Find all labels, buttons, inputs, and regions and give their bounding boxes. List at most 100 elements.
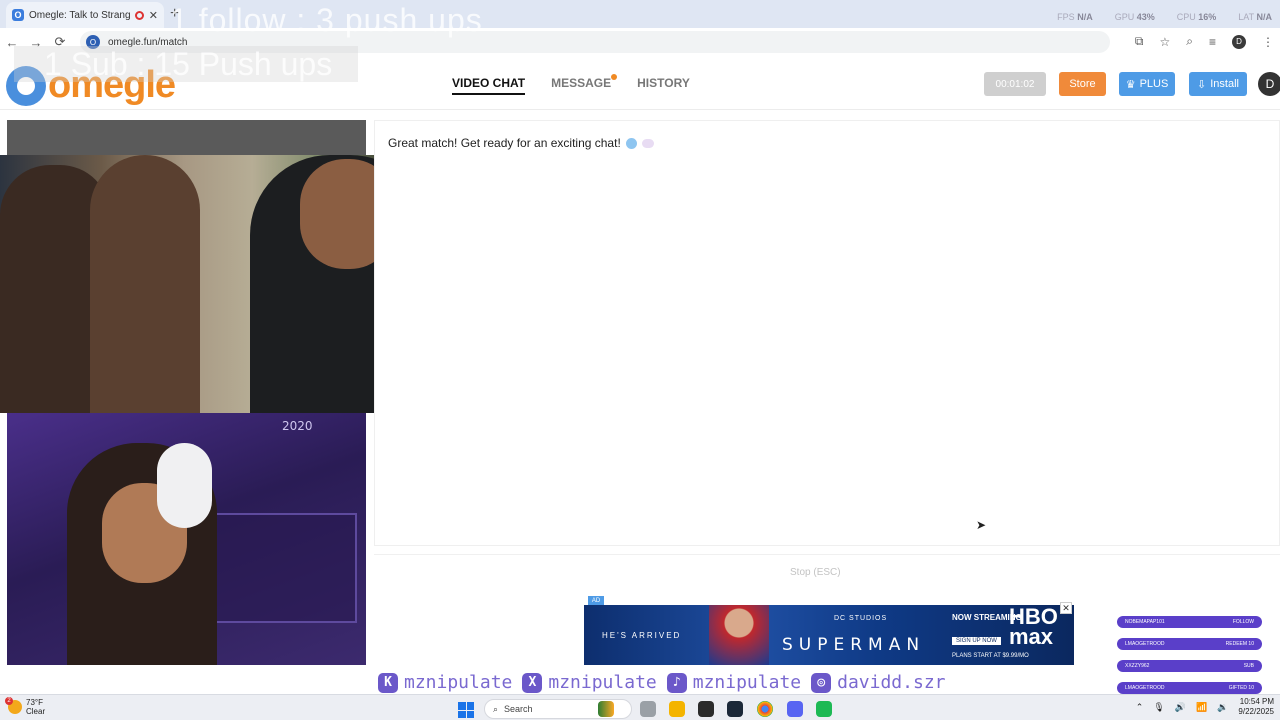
lens-icon[interactable]: ⌕: [1186, 34, 1193, 49]
windows-start-icon[interactable]: [458, 702, 474, 718]
follow-alert-action: SUB: [1243, 663, 1254, 669]
crown-icon: ♛: [1125, 78, 1136, 91]
volume-icon[interactable]: 🔉: [1217, 702, 1228, 713]
ad-studio: DC STUDIOS: [834, 615, 888, 622]
stat-cpu: CPU 16%: [1176, 12, 1217, 22]
install-button[interactable]: ⇩ Install: [1189, 72, 1247, 96]
user-avatar[interactable]: D: [1258, 72, 1280, 96]
epic-games-icon[interactable]: [698, 701, 714, 717]
ad-hero-image: [709, 605, 769, 665]
x-icon: X: [522, 672, 543, 693]
follow-alert-bar: NOBEMAPAP101 FOLLOW: [1117, 616, 1262, 628]
ad-banner[interactable]: HE'S ARRIVED DC STUDIOS SUPERMAN NOW STR…: [584, 605, 1074, 665]
stop-button[interactable]: Stop (ESC): [790, 567, 841, 578]
weather-text: 73°F Clear: [26, 698, 45, 716]
plus-label: PLUS: [1139, 78, 1169, 90]
tray-chevron-icon[interactable]: ⌃: [1136, 702, 1144, 713]
browser-tab[interactable]: O Omegle: Talk to Strangers ✕: [6, 2, 164, 28]
kick-handle: mznipulate: [404, 672, 513, 693]
omegle-favicon-icon: O: [12, 9, 24, 21]
clock-date: 9/22/2025: [1238, 707, 1274, 716]
plus-button[interactable]: ♛ PLUS: [1119, 72, 1175, 96]
stop-hint: (ESC): [813, 567, 841, 578]
nav-message-label: MESSAGE: [551, 76, 612, 90]
weather-temp: 73°F: [26, 698, 43, 707]
store-button[interactable]: Store: [1059, 72, 1106, 96]
background-shelf: [207, 513, 357, 623]
ad-close-icon[interactable]: ✕: [1060, 602, 1072, 614]
tab-title: Omegle: Talk to Strangers: [29, 9, 130, 21]
recording-icon: [134, 10, 144, 20]
tiktok-icon: ♪: [666, 672, 687, 693]
follow-alert-action: FOLLOW: [1232, 619, 1254, 625]
instagram-handle: davidd.szr: [837, 672, 946, 693]
social-handles: Kmznipulate Xmznipulate ♪ mznipulate ◎ dav…: [378, 672, 950, 693]
stat-gpu: GPU 43%: [1114, 12, 1155, 22]
ad-label: AD: [588, 596, 604, 605]
stop-label: Stop: [790, 567, 811, 578]
weather-widget[interactable]: 2 73°F Clear: [5, 697, 45, 716]
chrome-icon[interactable]: [757, 701, 773, 717]
tiktok-handle: mznipulate: [692, 672, 802, 693]
kick-icon: K: [378, 672, 398, 693]
cast-icon[interactable]: ⧉: [1135, 34, 1144, 49]
system-tray: ⌃ 🎙 🔊 📶 🔉 10:54 PM 9/22/2025: [1136, 697, 1274, 717]
main-nav: VIDEO CHAT MESSAGE HISTORY: [452, 74, 690, 95]
headset: [157, 443, 212, 528]
speech-bubble-emoji-icon: [641, 138, 654, 148]
clock-time: 10:54 PM: [1239, 697, 1274, 706]
follow-alert-name: NOBEMAPAP101: [1125, 619, 1165, 625]
x-handle: mznipulate: [548, 672, 657, 693]
ad-plans: PLANS START AT $9.99/MO: [952, 653, 1029, 659]
install-icon: ⇩: [1197, 78, 1207, 91]
chat-timer: 00:01:02: [984, 72, 1046, 96]
file-explorer-icon[interactable]: [669, 701, 685, 717]
widgets-icon[interactable]: [598, 701, 614, 717]
ad-tagline: HE'S ARRIVED: [602, 631, 682, 640]
steam-icon[interactable]: [727, 701, 743, 717]
sun-icon: 2: [5, 697, 22, 714]
mouse-cursor-icon: ➤: [976, 518, 987, 532]
tab-close-icon[interactable]: ✕: [149, 9, 158, 22]
search-icon: ⌕: [493, 703, 499, 714]
follow-alert-bar: LMAOGETROOD REDEEM 10: [1117, 638, 1262, 650]
nav-message[interactable]: MESSAGE: [551, 74, 618, 95]
follow-alert-name: XXZZY962: [1125, 663, 1150, 669]
nav-history[interactable]: HISTORY: [637, 76, 690, 95]
install-label: Install: [1210, 78, 1239, 90]
notification-dot: [611, 74, 618, 80]
stat-fps: FPS N/A: [1057, 12, 1093, 22]
speaker-icon[interactable]: 🔊: [1175, 702, 1186, 713]
ad-signup-button[interactable]: SIGN UP NOW: [952, 637, 1001, 645]
clock[interactable]: 10:54 PM 9/22/2025: [1238, 697, 1274, 717]
weather-condition: Clear: [26, 707, 46, 716]
bookmark-star-icon[interactable]: ☆: [1159, 35, 1170, 49]
reading-list-icon[interactable]: ≡: [1209, 35, 1216, 49]
self-webcam-video: 2020: [7, 413, 366, 665]
stream-overlay-sub-rule: 1 Sub : 15 Push ups: [14, 46, 358, 82]
app-icon[interactable]: [816, 701, 832, 717]
discord-icon[interactable]: [787, 701, 803, 717]
follow-alert-bar: LMAOGETROOD GIFTED 10: [1117, 682, 1262, 694]
instagram-icon: ◎: [811, 672, 832, 693]
neon-sign: 2020: [282, 419, 313, 433]
taskbar-search-placeholder: Search: [504, 704, 533, 714]
globe-emoji-icon: [625, 137, 637, 149]
weather-badge: 2: [5, 697, 13, 705]
browser-actions: ⧉ ☆ ⌕ ≡ D ⋮: [1135, 34, 1274, 49]
follow-alert-action: GIFTED 10: [1228, 685, 1254, 691]
follow-alert-bar: XXZZY962 SUB: [1117, 660, 1262, 672]
follow-alert-name: LMAOGETROOD: [1125, 685, 1165, 691]
ad-title: SUPERMAN: [782, 635, 926, 655]
profile-avatar[interactable]: D: [1232, 34, 1246, 49]
wifi-icon[interactable]: 📶: [1196, 702, 1207, 713]
microphone-icon[interactable]: 🎙: [1153, 702, 1164, 713]
system-message-text: Great match! Get ready for an exciting c…: [388, 136, 621, 150]
video-figure: [90, 155, 200, 413]
task-view-icon[interactable]: [640, 701, 656, 717]
follow-alert-action: REDEEM 10: [1225, 641, 1254, 647]
follow-alert-name: LMAOGETROOD: [1125, 641, 1165, 647]
more-menu-icon[interactable]: ⋮: [1262, 35, 1274, 49]
stat-lat: LAT N/A: [1238, 12, 1272, 22]
nav-video-chat[interactable]: VIDEO CHAT: [452, 76, 526, 95]
